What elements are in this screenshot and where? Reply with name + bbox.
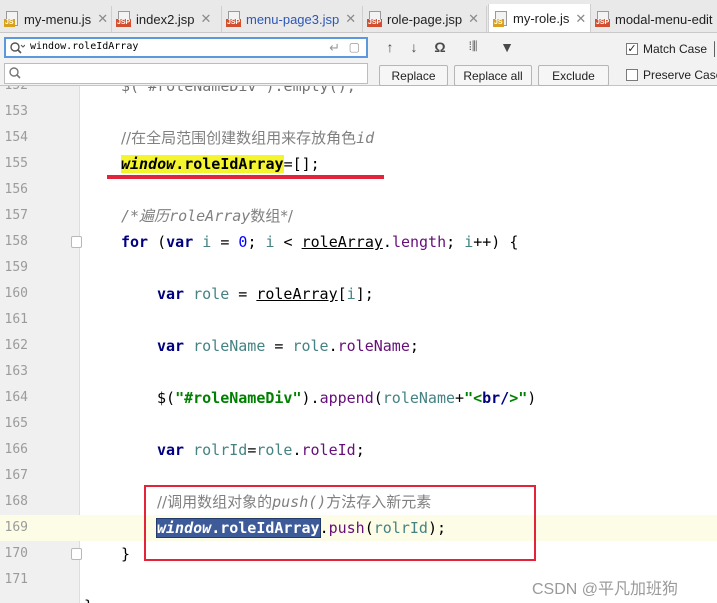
red-underline-annotation <box>107 175 384 179</box>
code-line: 152 $("#roleNameDiv").empty(); <box>0 86 717 99</box>
tab-label: index2.jsp <box>136 11 195 27</box>
filter-icon[interactable]: ▼ <box>498 39 516 57</box>
tab-index2-jsp[interactable]: JSP index2.jsp ✕ <box>112 6 222 32</box>
code-line: 166 var rolrId=role.roleId; <box>0 437 717 463</box>
replace-button[interactable]: Replace <box>379 65 448 86</box>
checkbox-unchecked-icon[interactable] <box>626 69 638 81</box>
newline-icon[interactable]: ↵ <box>329 40 340 56</box>
code-text: //在全局范围创建数组用来存放角色id <box>121 129 375 147</box>
preserve-case-checkbox[interactable]: Preserve Case <box>626 68 717 82</box>
code-text: window.roleIdArray=[]; <box>121 155 320 173</box>
previous-occurrence-icon[interactable]: ↑ <box>382 39 398 57</box>
code-text: } <box>121 545 131 563</box>
code-line: 155 window.roleIdArray=[]; <box>0 151 717 177</box>
tab-modal-menu-edit[interactable]: JSP modal-menu-edit <box>591 6 717 32</box>
search-field[interactable]: window.roleIdArray ↵ ▢ <box>4 37 368 58</box>
search-match-highlight: window.roleIdArray <box>121 155 284 173</box>
jsp-file-icon: JSP <box>116 11 132 27</box>
jsp-file-icon: JSP <box>595 11 611 27</box>
code-line: 162 var roleName = role.roleName; <box>0 333 717 359</box>
tab-label: menu-page3.jsp <box>246 11 340 27</box>
tab-role-page-jsp[interactable]: JSP role-page.jsp ✕ <box>363 6 487 32</box>
code-line: 164 $("#roleNameDiv").append(roleName+"<… <box>0 385 717 411</box>
js-file-icon: JS <box>4 11 20 27</box>
find-all-icon[interactable]: Ω <box>431 39 449 57</box>
words-toggle-cutoff[interactable]: │ <box>711 41 717 56</box>
code-text: $("#roleNameDiv").empty(); <box>121 86 356 95</box>
match-case-checkbox[interactable]: ✓ Match Case <box>626 42 707 56</box>
close-icon[interactable]: ✕ <box>345 11 356 27</box>
code-line: 163 <box>4 364 28 379</box>
code-line: 156 <box>4 182 28 197</box>
match-case-label: Match Case <box>643 42 708 56</box>
jsp-file-icon: JSP <box>367 11 383 27</box>
code-line: 161 <box>4 312 28 327</box>
code-line: 157 /*遍历roleArray数组*/ <box>0 203 717 229</box>
code-line: 165 <box>4 416 28 431</box>
tab-label: my-menu.js <box>24 11 92 27</box>
next-occurrence-icon[interactable]: ↓ <box>406 39 422 57</box>
search-icon[interactable] <box>8 66 24 80</box>
checkbox-checked-icon[interactable]: ✓ <box>626 43 638 55</box>
code-text: for (var i = 0; i < roleArray.length; i+… <box>121 233 519 251</box>
code-line: 160 var role = roleArray[i]; <box>0 281 717 307</box>
code-text: var role = roleArray[i]; <box>157 285 374 303</box>
js-file-icon: JS <box>493 10 509 27</box>
preserve-case-label: Preserve Case <box>643 68 717 82</box>
tab-label: modal-menu-edit <box>615 11 713 27</box>
replace-field[interactable] <box>4 63 368 84</box>
tab-label: role-page.jsp <box>387 11 463 27</box>
select-all-occurrences-icon[interactable]: ⁞⫼ <box>461 39 485 57</box>
tab-label: my-role.js <box>513 11 570 26</box>
close-icon[interactable]: ✕ <box>97 11 108 27</box>
code-text: /*遍历roleArray数组*/ <box>121 207 293 225</box>
code-line: 158 for (var i = 0; i < roleArray.length… <box>0 229 717 255</box>
editor-tab-bar: JS my-menu.js ✕ JSP index2.jsp ✕ JSP men… <box>0 0 717 33</box>
exclude-button[interactable]: Exclude <box>538 65 609 86</box>
close-icon[interactable]: ✕ <box>468 11 479 27</box>
replace-all-button[interactable]: Replace all <box>454 65 532 86</box>
code-line: 154 //在全局范围创建数组用来存放角色id <box>0 125 717 151</box>
search-icon[interactable] <box>9 41 25 55</box>
code-text: } <box>84 593 93 603</box>
code-text: var roleName = role.roleName; <box>157 337 419 355</box>
code-line: 159 <box>4 260 28 275</box>
search-input[interactable]: window.roleIdArray <box>30 41 138 52</box>
red-box-annotation <box>144 485 536 561</box>
find-replace-panel: window.roleIdArray ↵ ▢ ↑ ↓ Ω ⁞⫼ ▼ Replac… <box>0 33 717 86</box>
tab-my-role-js[interactable]: JS my-role.js ✕ <box>488 4 591 32</box>
close-icon[interactable]: ✕ <box>575 11 586 27</box>
code-line: 153 <box>4 104 28 119</box>
close-icon[interactable]: ✕ <box>201 11 212 27</box>
tab-menu-page3-jsp[interactable]: JSP menu-page3.jsp ✕ <box>222 6 363 32</box>
code-text: $("#roleNameDiv").append(roleName+"<br/>… <box>157 389 537 407</box>
tab-my-menu-js[interactable]: JS my-menu.js ✕ <box>0 6 112 32</box>
jsp-file-icon: JSP <box>226 11 242 27</box>
code-text: var rolrId=role.roleId; <box>157 441 365 459</box>
fold-marker-icon[interactable] <box>71 548 82 560</box>
watermark: CSDN @平凡加班狗 <box>532 581 679 598</box>
regex-history-icon[interactable]: ▢ <box>349 40 360 54</box>
fold-marker-icon[interactable] <box>71 236 82 248</box>
